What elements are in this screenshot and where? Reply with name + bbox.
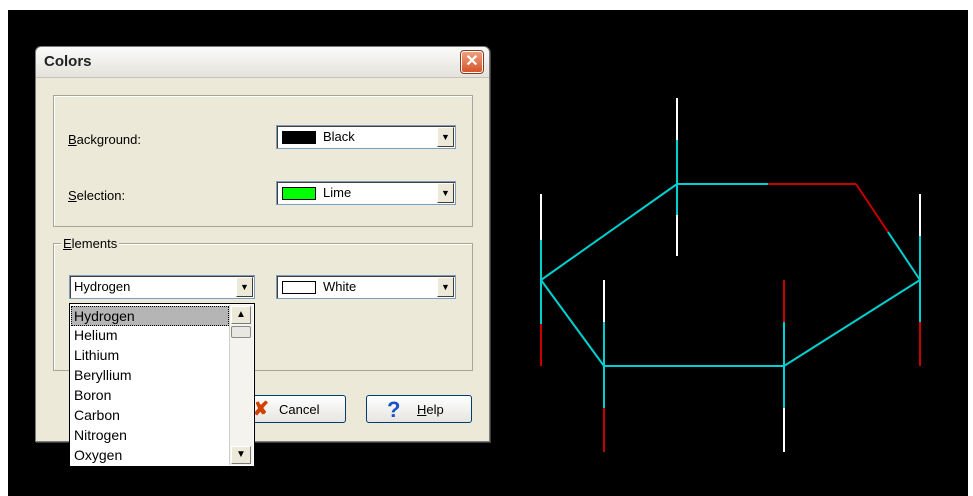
background-color-value: Black: [323, 129, 355, 144]
dialog-title: Colors: [44, 53, 92, 70]
list-item[interactable]: Beryllium: [71, 365, 229, 385]
list-item[interactable]: Lithium: [71, 345, 229, 365]
element-dropdown-list[interactable]: Hydrogen Helium Lithium Beryllium Boron …: [69, 303, 255, 467]
help-question-icon: ?: [387, 397, 401, 422]
bond: [540, 183, 678, 281]
dropdown-scrollbar[interactable]: ▲ ▼: [229, 305, 253, 465]
bond: [855, 183, 889, 233]
selection-label: Selection:: [68, 188, 126, 203]
chevron-up-icon: ▲: [236, 309, 246, 320]
element-color-swatch: [282, 281, 316, 294]
colors-group: [53, 95, 473, 227]
cancel-button[interactable]: ✘ Cancel: [242, 395, 346, 423]
chevron-down-icon[interactable]: ▼: [437, 277, 454, 297]
element-select[interactable]: Hydrogen ▼: [69, 275, 255, 299]
help-button[interactable]: ? Help: [366, 395, 472, 423]
close-icon: ✕: [465, 53, 479, 70]
help-label: Help: [417, 402, 444, 417]
list-item[interactable]: Helium: [71, 325, 229, 345]
chevron-down-icon[interactable]: ▼: [236, 277, 253, 297]
chevron-down-icon[interactable]: ▼: [437, 183, 454, 203]
selection-color-select[interactable]: Lime ▼: [276, 181, 456, 205]
bond: [783, 279, 921, 367]
chevron-down-icon: ▼: [236, 449, 246, 460]
chevron-down-icon[interactable]: ▼: [437, 127, 454, 147]
cancel-label: Cancel: [279, 402, 320, 417]
selection-color-swatch: [282, 187, 316, 200]
list-item[interactable]: Oxygen: [71, 445, 229, 465]
background-color-swatch: [282, 131, 316, 144]
list-item[interactable]: Hydrogen: [71, 306, 229, 326]
list-item[interactable]: Boron: [71, 385, 229, 405]
elements-legend: Elements: [61, 236, 120, 251]
bond: [540, 279, 605, 367]
scroll-up-button[interactable]: ▲: [231, 306, 251, 324]
background-color-select[interactable]: Black ▼: [276, 125, 456, 149]
close-button[interactable]: ✕: [460, 50, 484, 74]
scroll-thumb[interactable]: [231, 326, 251, 338]
scroll-down-button[interactable]: ▼: [231, 446, 251, 464]
background-label: Background:: [68, 132, 141, 147]
element-color-select[interactable]: White ▼: [276, 275, 456, 299]
element-select-value: Hydrogen: [74, 279, 131, 294]
list-item[interactable]: Nitrogen: [71, 425, 229, 445]
selection-color-value: Lime: [323, 185, 352, 200]
dialog-titlebar[interactable]: Colors ✕: [36, 47, 489, 78]
cancel-x-icon: ✘: [253, 399, 269, 420]
list-item[interactable]: Carbon: [71, 405, 229, 425]
bond: [887, 231, 921, 281]
element-color-value: White: [323, 279, 357, 294]
